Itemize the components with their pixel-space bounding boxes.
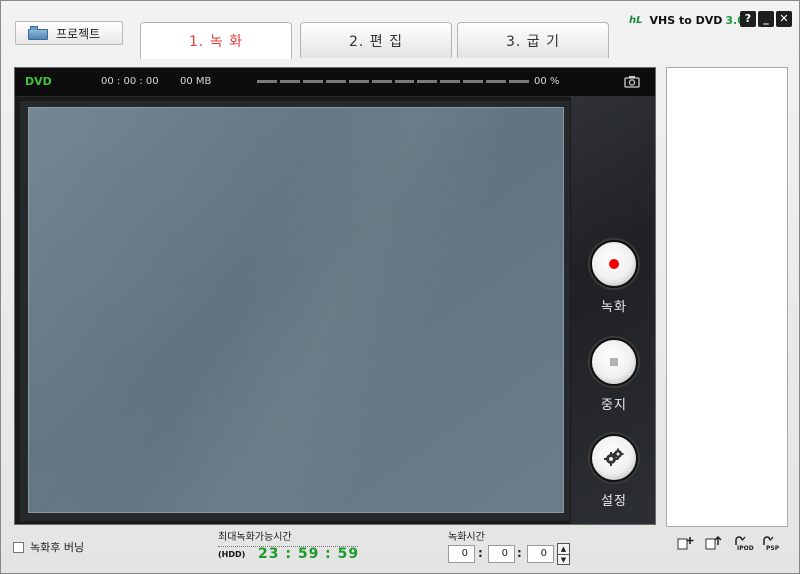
folder-icon (28, 26, 48, 40)
list-toolbar: IPOD PSP (668, 531, 790, 555)
record-minutes-field[interactable]: 0 (488, 545, 515, 563)
settings-label: 설정 (601, 494, 627, 509)
tab-burn[interactable]: 3. 굽 기 (457, 22, 609, 58)
project-button[interactable]: 프로젝트 (15, 21, 123, 45)
burn-after-record-checkbox[interactable] (13, 541, 24, 553)
status-bar: DVD 00 : 00 : 00 00 MB 00 % (15, 68, 655, 97)
recorded-file-list[interactable] (666, 67, 788, 527)
export-file-icon (705, 536, 722, 550)
export-file-button[interactable] (703, 534, 725, 552)
close-button[interactable]: ✕ (776, 11, 792, 27)
record-button[interactable] (590, 240, 638, 288)
add-file-button[interactable] (675, 534, 697, 552)
minimize-button[interactable]: _ (758, 11, 774, 27)
elapsed-time: 00 : 00 : 00 (101, 76, 159, 87)
add-file-icon (677, 537, 694, 550)
hdd-label: (HDD) (218, 550, 246, 559)
progress-percent: 00 % (534, 76, 560, 87)
max-record-time: 23 : 59 : 59 (258, 546, 360, 562)
record-control: 녹화 (590, 240, 638, 315)
stop-control: 중지 (590, 338, 638, 413)
preview-frame (20, 101, 570, 521)
project-button-label: 프로젝트 (56, 26, 101, 41)
record-label: 녹화 (601, 300, 627, 315)
time-spinner[interactable]: ▲ ▼ (557, 543, 570, 565)
record-seconds-field[interactable]: 0 (527, 545, 554, 563)
record-time-panel: 녹화시간 0 : 0 : 0 ▲ ▼ (448, 528, 570, 565)
ipod-label: IPOD (737, 545, 754, 552)
tab-edit[interactable]: 2. 편 집 (300, 22, 452, 58)
video-preview (28, 107, 564, 513)
record-icon (609, 259, 619, 269)
time-separator: : (517, 546, 522, 560)
help-button[interactable]: ? (740, 11, 756, 27)
burn-after-record-option[interactable]: 녹화후 버닝 (13, 539, 84, 555)
camera-icon[interactable] (624, 75, 640, 88)
file-size: 00 MB (180, 76, 212, 87)
spin-up-icon[interactable]: ▲ (558, 544, 569, 555)
spin-down-icon[interactable]: ▼ (558, 555, 569, 565)
max-record-title: 최대녹화가능시간 (218, 532, 292, 543)
control-panel: 녹화 중지 설정 (571, 96, 655, 524)
brand-logo: hL (629, 14, 643, 26)
record-time-title: 녹화시간 (448, 532, 485, 543)
tab-record[interactable]: 1. 녹 화 (140, 22, 292, 59)
stop-button[interactable] (590, 338, 638, 386)
app-window: 프로젝트 1. 녹 화 2. 편 집 3. 굽 기 hL VHS to DVD … (0, 0, 800, 574)
max-record-time-panel: 최대녹화가능시간 (HDD) 23 : 59 : 59 (218, 528, 360, 562)
settings-control: 설정 (590, 434, 638, 509)
record-hours-field[interactable]: 0 (448, 545, 475, 563)
gears-icon (604, 448, 624, 466)
video-player: DVD 00 : 00 : 00 00 MB 00 % 녹화 중지 설정 (14, 67, 656, 525)
record-progress-bar (257, 80, 530, 84)
settings-button[interactable] (590, 434, 638, 482)
burn-after-record-label: 녹화후 버닝 (30, 541, 85, 554)
stop-icon (610, 358, 618, 366)
ipod-convert-button[interactable]: IPOD (731, 534, 754, 552)
app-brand: hL VHS to DVD 3.0 (629, 13, 745, 27)
time-separator: : (478, 546, 483, 560)
app-title: VHS to DVD (649, 13, 723, 27)
psp-convert-button[interactable]: PSP (759, 534, 781, 552)
psp-label: PSP (766, 545, 780, 552)
stop-label: 중지 (601, 398, 627, 413)
media-type-label: DVD (25, 75, 52, 88)
